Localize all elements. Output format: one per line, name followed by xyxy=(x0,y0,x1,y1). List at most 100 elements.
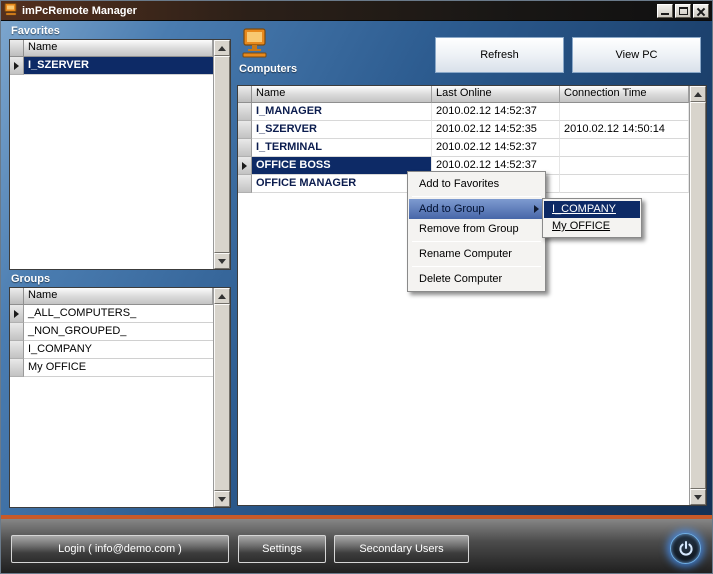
favorites-item-label: I_SZERVER xyxy=(24,57,213,75)
groups-row-non-grouped[interactable]: _NON_GROUPED_ xyxy=(10,323,213,341)
row-selector-cell xyxy=(238,175,252,193)
group-item-label: I_COMPANY xyxy=(24,341,213,359)
minimize-icon xyxy=(661,12,669,15)
groups-scrollbar[interactable] xyxy=(213,288,230,507)
footer-bar: Login ( info@demo.com ) Settings Seconda… xyxy=(1,519,712,573)
menu-item-remove-from-group[interactable]: Remove from Group xyxy=(409,219,544,239)
secondary-users-button[interactable]: Secondary Users xyxy=(334,535,469,563)
close-button[interactable] xyxy=(693,3,709,18)
connection-time xyxy=(560,139,689,157)
computer-name: I_TERMINAL xyxy=(252,139,432,157)
computer-name: I_SZERVER xyxy=(252,121,432,139)
arrow-up-icon xyxy=(218,45,226,51)
groups-corner-cell xyxy=(10,288,24,305)
computers-row-i-terminal[interactable]: I_TERMINAL 2010.02.12 14:52:37 xyxy=(238,139,689,157)
maximize-icon xyxy=(679,6,688,15)
computer-name: OFFICE BOSS xyxy=(252,157,432,175)
scroll-up-button[interactable] xyxy=(690,86,706,102)
column-header-name[interactable]: Name xyxy=(252,86,432,103)
scroll-down-button[interactable] xyxy=(214,253,230,269)
submenu-item-my-office[interactable]: My OFFICE xyxy=(544,218,640,235)
menu-item-add-to-group[interactable]: Add to Group xyxy=(409,199,544,219)
computers-row-i-manager[interactable]: I_MANAGER 2010.02.12 14:52:37 xyxy=(238,103,689,121)
group-item-label: _NON_GROUPED_ xyxy=(24,323,213,341)
connection-time: 2010.02.12 14:50:14 xyxy=(560,121,689,139)
power-icon xyxy=(678,540,693,556)
settings-button[interactable]: Settings xyxy=(238,535,326,563)
current-row-arrow-icon xyxy=(14,61,19,70)
row-selector-cell xyxy=(10,57,24,75)
groups-row-my-office[interactable]: My OFFICE xyxy=(10,359,213,377)
current-row-arrow-icon xyxy=(242,161,247,170)
favorites-row-i-szerver[interactable]: I_SZERVER xyxy=(10,57,213,75)
menu-item-label: Add to Group xyxy=(419,203,485,215)
view-pc-button[interactable]: View PC xyxy=(572,37,701,73)
column-header-last-online[interactable]: Last Online xyxy=(432,86,560,103)
window-title: imPcRemote Manager xyxy=(22,4,137,17)
arrow-up-icon xyxy=(694,91,702,97)
row-selector-cell xyxy=(10,341,24,359)
menu-separator xyxy=(412,241,541,242)
groups-row-all-computers[interactable]: _ALL_COMPUTERS_ xyxy=(10,305,213,323)
context-menu: Add to Favorites Add to Group Remove fro… xyxy=(407,171,546,292)
favorites-scrollbar[interactable] xyxy=(213,40,230,269)
scroll-down-button[interactable] xyxy=(214,491,230,507)
submenu-item-i-company[interactable]: I_COMPANY xyxy=(544,201,640,218)
groups-column-header-name[interactable]: Name xyxy=(24,288,213,305)
computer-name: OFFICE MANAGER xyxy=(252,175,432,193)
groups-label: Groups xyxy=(11,273,51,285)
row-selector-cell xyxy=(238,139,252,157)
last-online: 2010.02.12 14:52:37 xyxy=(432,103,560,121)
computers-row-i-szerver[interactable]: I_SZERVER 2010.02.12 14:52:35 2010.02.12… xyxy=(238,121,689,139)
power-button[interactable] xyxy=(670,533,701,564)
window-controls xyxy=(657,3,709,18)
computers-icon xyxy=(240,28,270,60)
scroll-up-button[interactable] xyxy=(214,40,230,56)
scrollbar-thumb[interactable] xyxy=(214,304,230,491)
column-header-connection-time[interactable]: Connection Time xyxy=(560,86,689,103)
favorites-label: Favorites xyxy=(11,25,60,37)
group-item-label: _ALL_COMPUTERS_ xyxy=(24,305,213,323)
arrow-up-icon xyxy=(218,293,226,299)
app-window: imPcRemote Manager Favorites Name I_SZER… xyxy=(0,0,713,574)
computers-table: Name Last Online Connection Time I_MANAG… xyxy=(237,85,707,506)
table-corner-cell xyxy=(238,86,252,103)
refresh-button[interactable]: Refresh xyxy=(435,37,564,73)
favorites-corner-cell xyxy=(10,40,24,57)
menu-item-add-to-favorites[interactable]: Add to Favorites xyxy=(409,174,544,194)
menu-separator xyxy=(412,266,541,267)
row-selector-cell xyxy=(238,157,252,175)
menu-item-delete-computer[interactable]: Delete Computer xyxy=(409,269,544,289)
row-selector-cell xyxy=(238,103,252,121)
computers-scrollbar[interactable] xyxy=(689,86,706,505)
maximize-button[interactable] xyxy=(675,3,691,18)
menu-separator xyxy=(412,196,541,197)
current-row-arrow-icon xyxy=(14,309,19,318)
favorites-column-header-name[interactable]: Name xyxy=(24,40,213,57)
groups-row-i-company[interactable]: I_COMPANY xyxy=(10,341,213,359)
login-button[interactable]: Login ( info@demo.com ) xyxy=(11,535,229,563)
title-bar: imPcRemote Manager xyxy=(1,1,712,21)
connection-time xyxy=(560,157,689,175)
last-online: 2010.02.12 14:52:37 xyxy=(432,139,560,157)
menu-item-rename-computer[interactable]: Rename Computer xyxy=(409,244,544,264)
scroll-up-button[interactable] xyxy=(214,288,230,304)
app-icon xyxy=(4,2,18,19)
scroll-down-button[interactable] xyxy=(690,489,706,505)
row-selector-cell xyxy=(238,121,252,139)
connection-time xyxy=(560,103,689,121)
submenu-arrow-icon xyxy=(534,205,539,213)
row-selector-cell xyxy=(10,305,24,323)
favorites-list: Name I_SZERVER xyxy=(9,39,231,270)
scrollbar-thumb[interactable] xyxy=(690,102,706,489)
computers-label: Computers xyxy=(239,63,298,75)
computer-name: I_MANAGER xyxy=(252,103,432,121)
groups-list: Name _ALL_COMPUTERS_ _NON_GROUPED_ I_COM… xyxy=(9,287,231,508)
minimize-button[interactable] xyxy=(657,3,673,18)
last-online: 2010.02.12 14:52:35 xyxy=(432,121,560,139)
scrollbar-thumb[interactable] xyxy=(214,56,230,253)
group-item-label: My OFFICE xyxy=(24,359,213,377)
row-selector-cell xyxy=(10,359,24,377)
arrow-down-icon xyxy=(218,258,226,264)
arrow-down-icon xyxy=(694,494,702,500)
